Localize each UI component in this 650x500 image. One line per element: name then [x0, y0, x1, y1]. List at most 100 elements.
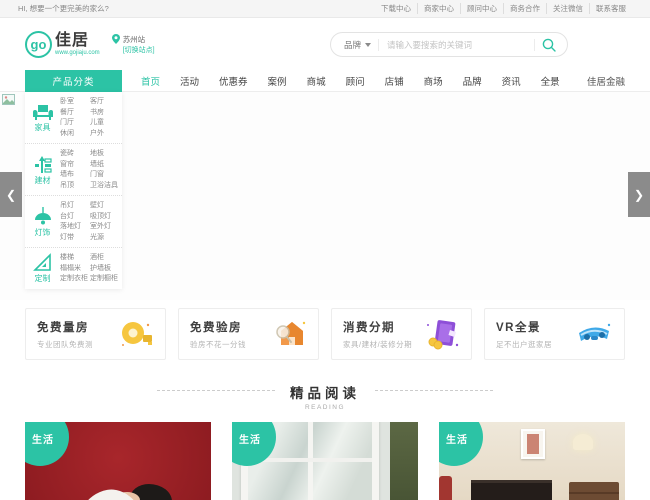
topbar-link-contact-service[interactable]: 联系客服: [589, 3, 632, 14]
product-categories-button[interactable]: 产品分类: [25, 70, 122, 92]
location-pin-icon: [112, 34, 120, 44]
nav-item-brands[interactable]: 品牌: [463, 74, 482, 88]
service-title: 免费验房: [190, 319, 246, 335]
tape-measure-icon: [118, 317, 154, 351]
category-link[interactable]: 光源: [90, 233, 120, 244]
category-name[interactable]: 家具: [35, 122, 51, 133]
armchair-icon: [33, 103, 53, 121]
topbar-link-wechat[interactable]: 关注微信: [546, 3, 589, 14]
carousel-prev-button[interactable]: ❮: [0, 172, 22, 217]
nav-item-markets[interactable]: 商场: [424, 74, 443, 88]
dashed-divider-right: [375, 390, 493, 391]
category-link[interactable]: 壁灯: [90, 201, 120, 212]
service-subtitle: 专业团队免费测: [37, 339, 93, 350]
nav-item-home[interactable]: 首页: [141, 74, 160, 88]
wallet-installment-icon: [424, 317, 460, 351]
carousel-next-button[interactable]: ❯: [628, 172, 650, 217]
service-title: VR全景: [496, 319, 552, 335]
article-tag: 生活: [239, 431, 261, 446]
category-link[interactable]: 客厅: [90, 97, 120, 108]
article-card-window[interactable]: 生活: [232, 422, 418, 500]
category-link[interactable]: 门厅: [60, 118, 90, 129]
category-link[interactable]: 室外灯: [90, 222, 120, 233]
topbar-link-business-coop[interactable]: 商务合作: [503, 3, 546, 14]
article-card-wedding[interactable]: 生活: [25, 422, 211, 500]
category-link[interactable]: 门窗: [90, 170, 120, 181]
category-link[interactable]: 吊顶: [60, 181, 90, 192]
article-image-white-window: 生活: [232, 422, 418, 500]
building-materials-icon: [34, 155, 52, 174]
search-input[interactable]: [379, 40, 534, 50]
service-card-free-measure[interactable]: 免费量房 专业团队免费测: [25, 308, 166, 360]
category-link[interactable]: 瓷砖: [60, 149, 90, 160]
category-link[interactable]: 墙纸: [90, 160, 120, 171]
category-link[interactable]: 台灯: [60, 212, 90, 223]
category-link[interactable]: 灯带: [60, 233, 90, 244]
category-name[interactable]: 灯饰: [35, 227, 51, 238]
category-link[interactable]: 卧室: [60, 97, 90, 108]
category-link[interactable]: 墙布: [60, 170, 90, 181]
category-link[interactable]: 书房: [90, 108, 120, 119]
article-image-piano-room: 生活: [439, 422, 625, 500]
search-category-dropdown[interactable]: 品牌: [331, 39, 378, 51]
nav-item-panorama[interactable]: 全景: [541, 74, 560, 88]
logo-name: 佳居: [55, 33, 100, 49]
nav-item-coupons[interactable]: 优惠券: [219, 74, 248, 88]
category-link[interactable]: 休闲: [60, 129, 90, 140]
category-link[interactable]: 吊灯: [60, 201, 90, 212]
service-card-vr-panorama[interactable]: VR全景 足不出户逛家居: [484, 308, 625, 360]
service-cards-row: 免费量房 专业团队免费测 免费验房 验房不花一分钱 消费分期 家具/: [0, 300, 650, 360]
category-link[interactable]: 楼梯: [60, 253, 90, 264]
category-panel: 家具 卧室 客厅 餐厅 书房 门厅 儿童 休闲 户外: [25, 92, 122, 289]
topbar-link-advisor-center[interactable]: 顾问中心: [460, 3, 503, 14]
topbar-link-download-center[interactable]: 下载中心: [375, 3, 417, 14]
service-title: 免费量房: [37, 319, 93, 335]
house-inspect-icon: [271, 317, 307, 351]
category-name[interactable]: 定制: [35, 273, 51, 284]
reading-subtitle: READING: [290, 404, 360, 411]
reading-section-header: 精品阅读 READING: [0, 382, 650, 411]
service-card-installment[interactable]: 消费分期 家具/建材/装修分期: [331, 308, 472, 360]
category-group-materials: 建材 瓷砖 地板 窗帘 墙纸 墙布 门窗 吊顶 卫浴洁具: [25, 144, 122, 196]
category-link[interactable]: 护墙板: [90, 264, 120, 275]
search-button[interactable]: [535, 38, 567, 52]
reading-title: 精品阅读: [290, 382, 360, 402]
vr-headset-icon: [575, 317, 613, 351]
nav-item-news[interactable]: 资讯: [502, 74, 521, 88]
dashed-divider-left: [157, 390, 275, 391]
switch-city-link[interactable]: [切换站点]: [123, 45, 155, 55]
category-link[interactable]: 户外: [90, 129, 120, 140]
category-link[interactable]: 吸顶灯: [90, 212, 120, 223]
logo[interactable]: go 佳居 www.gojiaju.com: [25, 31, 100, 58]
category-group-lighting: 灯饰 吊灯 壁灯 台灯 吸顶灯 落地灯 室外灯 灯带 光源: [25, 196, 122, 248]
nav-item-cases[interactable]: 案例: [268, 74, 287, 88]
service-subtitle: 验房不花一分钱: [190, 339, 246, 350]
category-link[interactable]: 儿童: [90, 118, 120, 129]
category-link[interactable]: 定制衣柜: [60, 274, 90, 285]
category-link[interactable]: 地板: [90, 149, 120, 160]
nav-item-advisors[interactable]: 顾问: [346, 74, 365, 88]
category-link[interactable]: 榻榻米: [60, 264, 90, 275]
search-bar: 品牌: [330, 32, 568, 57]
location-city: 苏州站: [123, 34, 155, 45]
category-link[interactable]: 窗帘: [60, 160, 90, 171]
nav-item-mall[interactable]: 商城: [307, 74, 326, 88]
topbar-link-merchant-center[interactable]: 商家中心: [417, 3, 460, 14]
nav-item-activities[interactable]: 活动: [180, 74, 199, 88]
triangle-ruler-icon: [33, 253, 52, 272]
search-icon: [542, 38, 556, 52]
nav-item-finance[interactable]: 佳居金融: [587, 74, 625, 88]
location-selector: 苏州站 [切换站点]: [112, 34, 155, 55]
service-card-free-inspection[interactable]: 免费验房 验房不花一分钱: [178, 308, 319, 360]
category-link[interactable]: 落地灯: [60, 222, 90, 233]
nav-item-shops[interactable]: 店铺: [385, 74, 404, 88]
category-link[interactable]: 酒柜: [90, 253, 120, 264]
category-link[interactable]: 餐厅: [60, 108, 90, 119]
broken-image-icon: [2, 94, 15, 105]
category-link[interactable]: 定制橱柜: [90, 274, 120, 285]
category-name[interactable]: 建材: [35, 175, 51, 186]
article-card-piano-room[interactable]: 生活: [439, 422, 625, 500]
category-link[interactable]: 卫浴洁具: [90, 181, 120, 192]
main-nav: 产品分类 首页 活动 优惠券 案例 商城 顾问 店铺 商场 品牌 资讯 全景 佳…: [0, 70, 650, 92]
article-tag: 生活: [446, 431, 468, 446]
